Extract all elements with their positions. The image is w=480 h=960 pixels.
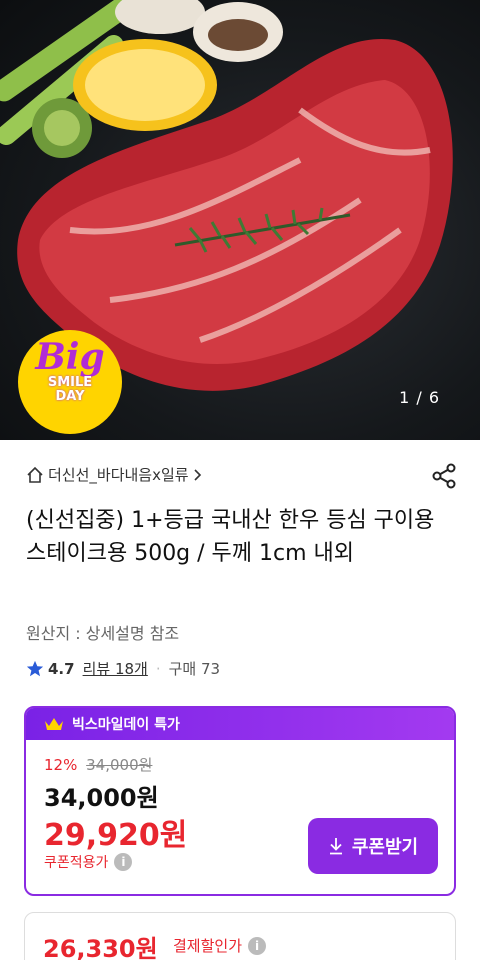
rating-row: 4.7 리뷰 18개 · 구매 73	[26, 658, 220, 679]
coupon-price-label-text: 쿠폰적용가	[44, 855, 109, 871]
home-icon	[27, 466, 43, 483]
badge-smile-text: SMILE	[47, 375, 93, 390]
big-smile-day-badge: Big SMILE DAY	[18, 330, 122, 434]
big-smile-deal-card: 빅스마일데이 특가 12% 34,000원 34,000원 29,920원 쿠폰…	[24, 706, 456, 896]
product-title: (신선집중) 1+등급 국내산 한우 등심 구이용 스테이크용 500g / 두…	[26, 508, 435, 566]
get-coupon-label: 쿠폰받기	[351, 837, 419, 858]
divider: ·	[155, 659, 161, 678]
purchase-count: 구매 73	[168, 660, 221, 678]
deal-header-text: 빅스마일데이 특가	[72, 717, 180, 733]
payment-discount-label-text: 결제할인가	[173, 937, 243, 955]
review-link[interactable]: 리뷰 18개	[83, 658, 148, 679]
image-counter: 1 / 6	[399, 388, 440, 407]
store-link[interactable]: 더신선_바다내음x일류	[26, 464, 203, 485]
discount-rate: 12%	[44, 756, 78, 774]
payment-discount-price: 26,330원	[43, 935, 158, 960]
payment-discount-card: 26,330원 결제할인가 i	[24, 912, 456, 960]
chevron-right-icon	[194, 468, 201, 481]
rating-score: 4.7	[48, 659, 75, 678]
origin-text: 원산지 : 상세설명 참조	[26, 624, 180, 643]
coupon-price: 29,920원	[44, 818, 188, 853]
sale-price: 34,000원	[44, 784, 159, 812]
payment-discount-label: 결제할인가 i	[173, 935, 267, 956]
share-icon[interactable]	[430, 462, 458, 490]
store-name: 더신선_바다내음x일류	[48, 466, 189, 484]
badge-day-text: DAY	[55, 389, 85, 404]
coupon-price-label: 쿠폰적용가 i	[44, 852, 133, 872]
deal-header: 빅스마일데이 특가	[26, 708, 454, 740]
discount-row: 12% 34,000원	[44, 754, 152, 775]
crown-icon	[45, 718, 63, 730]
star-icon	[26, 660, 44, 676]
info-icon[interactable]: i	[114, 853, 133, 871]
get-coupon-button[interactable]: 쿠폰받기	[308, 818, 438, 874]
original-price: 34,000원	[86, 756, 153, 774]
product-image-carousel[interactable]: Big SMILE DAY 1 / 6	[0, 0, 480, 440]
download-icon	[329, 838, 342, 855]
badge-big-text: Big	[35, 336, 105, 378]
info-icon[interactable]: i	[248, 936, 267, 955]
